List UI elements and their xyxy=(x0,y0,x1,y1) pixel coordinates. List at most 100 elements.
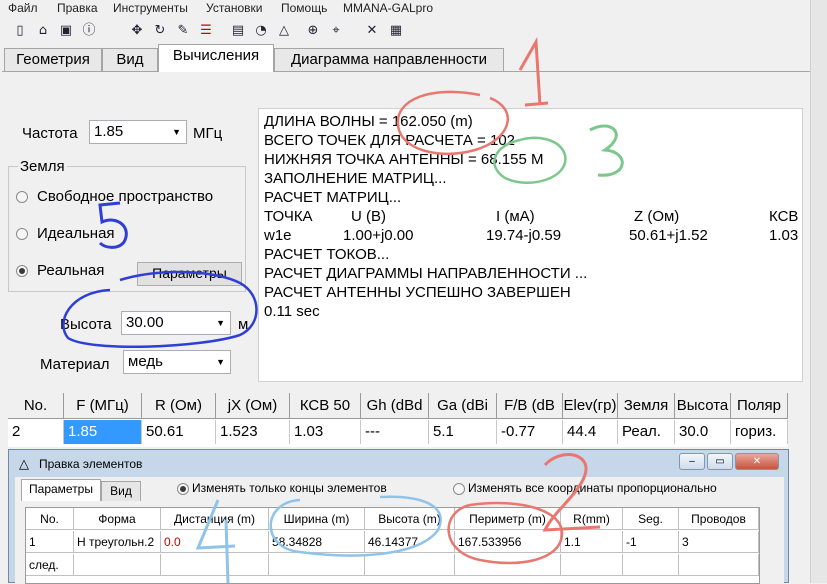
elements-cell[interactable] xyxy=(74,554,161,576)
edit-element-icon[interactable]: ✎ xyxy=(175,23,191,39)
open-folder-icon[interactable]: ⌂ xyxy=(35,23,51,39)
maximize-button[interactable]: ▭ xyxy=(707,453,733,470)
ground-free-space-radio[interactable] xyxy=(16,191,28,203)
proportional-label[interactable]: Изменять все координаты пропорционально xyxy=(468,481,717,495)
ground-ideal-radio[interactable] xyxy=(16,228,28,240)
minimize-button[interactable]: – xyxy=(679,453,705,470)
elements-cell[interactable]: -1 xyxy=(623,531,679,553)
results-header[interactable]: Земля xyxy=(618,393,675,419)
elements-cell[interactable] xyxy=(679,554,759,576)
tools-icon[interactable]: ✕ xyxy=(364,23,380,39)
list-icon[interactable]: ☰ xyxy=(198,23,214,39)
results-header[interactable]: Высота xyxy=(675,393,731,419)
elements-next-row-label[interactable]: след. xyxy=(26,554,74,576)
results-cell[interactable]: -0.77 xyxy=(497,420,563,444)
elements-cell[interactable]: 58.34828 xyxy=(269,531,365,553)
dialog-tab-view[interactable]: Вид xyxy=(101,481,141,501)
elements-header[interactable]: Проводов xyxy=(679,508,759,530)
elements-cell[interactable] xyxy=(365,554,455,576)
chevron-down-icon[interactable]: ▼ xyxy=(172,121,181,143)
new-file-icon[interactable]: ▯ xyxy=(12,23,28,39)
elements-cell[interactable] xyxy=(561,554,623,576)
tab-radiation-pattern[interactable]: Диаграмма направленности xyxy=(274,48,504,72)
close-button[interactable]: ✕ xyxy=(735,453,779,470)
results-cell[interactable]: 50.61 xyxy=(142,420,216,444)
results-header[interactable]: R (Ом) xyxy=(142,393,216,419)
height-combo[interactable]: 30.00 ▼ xyxy=(121,311,231,335)
elements-cell[interactable] xyxy=(161,554,269,576)
menu-tools[interactable]: Инструменты xyxy=(113,1,188,15)
chevron-down-icon[interactable]: ▼ xyxy=(216,312,225,334)
frequency-combo[interactable]: 1.85 ▼ xyxy=(89,120,187,144)
results-header[interactable]: No. xyxy=(8,393,64,419)
elements-header[interactable]: Форма xyxy=(74,508,161,530)
move-icon[interactable]: ✥ xyxy=(129,23,145,39)
elements-cell[interactable]: 167.533956 xyxy=(455,531,561,553)
tab-view[interactable]: Вид xyxy=(102,48,158,72)
parameters-button[interactable]: Параметры xyxy=(137,262,242,286)
chart-icon[interactable]: ◔ xyxy=(253,23,269,39)
ends-only-radio[interactable] xyxy=(177,483,189,495)
ground-real-label[interactable]: Реальная xyxy=(37,262,104,279)
results-header[interactable]: jX (Ом) xyxy=(216,393,290,419)
results-cell[interactable]: 1.03 xyxy=(290,420,361,444)
results-cell[interactable]: 5.1 xyxy=(429,420,497,444)
elements-header[interactable]: R(mm) xyxy=(561,508,623,530)
ground-real-radio[interactable] xyxy=(16,265,28,277)
calculator-icon[interactable]: ▦ xyxy=(388,23,404,39)
results-cell[interactable]: Реал. xyxy=(618,420,675,444)
ends-only-label[interactable]: Изменять только концы элементов xyxy=(192,481,387,495)
rotate-icon[interactable]: ↻ xyxy=(152,23,168,39)
elements-cell[interactable]: Н треугольн.2 xyxy=(74,531,161,553)
menu-file[interactable]: Файл xyxy=(8,1,38,15)
results-header[interactable]: Elev(гр) xyxy=(563,393,618,419)
results-cell-selected[interactable]: 1.85 xyxy=(64,420,142,444)
info-icon[interactable]: ⓘ xyxy=(81,23,97,39)
document-icon[interactable]: ▤ xyxy=(230,23,246,39)
elements-cell[interactable] xyxy=(455,554,561,576)
ground-free-space-label[interactable]: Свободное пространство xyxy=(37,188,213,205)
results-cell[interactable]: 44.4 xyxy=(563,420,618,444)
window-scrollbar[interactable] xyxy=(810,0,827,583)
results-header[interactable]: F (МГц) xyxy=(64,393,142,419)
chevron-down-icon[interactable]: ▼ xyxy=(216,351,225,373)
elements-cell-distance[interactable]: 0.0 xyxy=(161,531,269,553)
results-header[interactable]: Ga (dBi xyxy=(429,393,497,419)
results-header[interactable]: F/B (dB xyxy=(497,393,563,419)
menu-help[interactable]: Помощь xyxy=(281,1,327,15)
results-cell[interactable]: 30.0 xyxy=(675,420,731,444)
material-combo[interactable]: медь ▼ xyxy=(123,350,231,374)
elements-header[interactable]: Ширина (m) xyxy=(269,508,365,530)
ground-ideal-label[interactable]: Идеальная xyxy=(37,225,115,242)
results-cell[interactable]: --- xyxy=(361,420,429,444)
elements-cell[interactable] xyxy=(269,554,365,576)
elements-header[interactable]: Дистанция (m) xyxy=(161,508,269,530)
dialog-tab-parameters[interactable]: Параметры xyxy=(21,479,101,501)
output-table-cell: 50.61+j1.52 xyxy=(629,227,708,244)
elements-cell[interactable]: 3 xyxy=(679,531,759,553)
elements-header[interactable]: No. xyxy=(26,508,74,530)
elements-cell[interactable]: 46.14377 xyxy=(365,531,455,553)
elements-cell[interactable]: 1.1 xyxy=(561,531,623,553)
elements-cell[interactable]: 1 xyxy=(26,531,74,553)
elements-cell[interactable] xyxy=(623,554,679,576)
results-header[interactable]: Поляр xyxy=(731,393,788,419)
results-header[interactable]: Gh (dBd xyxy=(361,393,429,419)
save-icon[interactable]: ▣ xyxy=(58,23,74,39)
results-cell[interactable]: гориз. xyxy=(731,420,788,444)
elements-header[interactable]: Периметр (m) xyxy=(455,508,561,530)
menu-edit[interactable]: Правка xyxy=(57,1,98,15)
elements-header[interactable]: Высота (m) xyxy=(365,508,455,530)
results-cell[interactable]: 1.523 xyxy=(216,420,290,444)
tab-calculations[interactable]: Вычисления xyxy=(158,44,274,72)
proportional-radio[interactable] xyxy=(453,483,465,495)
calculation-output[interactable]: ДЛИНА ВОЛНЫ = 162.050 (m) ВСЕГО ТОЧЕК ДЛ… xyxy=(258,108,803,382)
tab-geometry[interactable]: Геометрия xyxy=(4,48,102,72)
results-cell[interactable]: 2 xyxy=(8,420,64,444)
triangle-icon[interactable]: △ xyxy=(276,23,292,39)
crosshair-icon[interactable]: ⌖ xyxy=(328,23,344,39)
menu-settings[interactable]: Установки xyxy=(206,1,262,15)
target-icon[interactable]: ⊕ xyxy=(305,23,321,39)
results-header[interactable]: КСВ 50 xyxy=(290,393,361,419)
elements-header[interactable]: Seg. xyxy=(623,508,679,530)
